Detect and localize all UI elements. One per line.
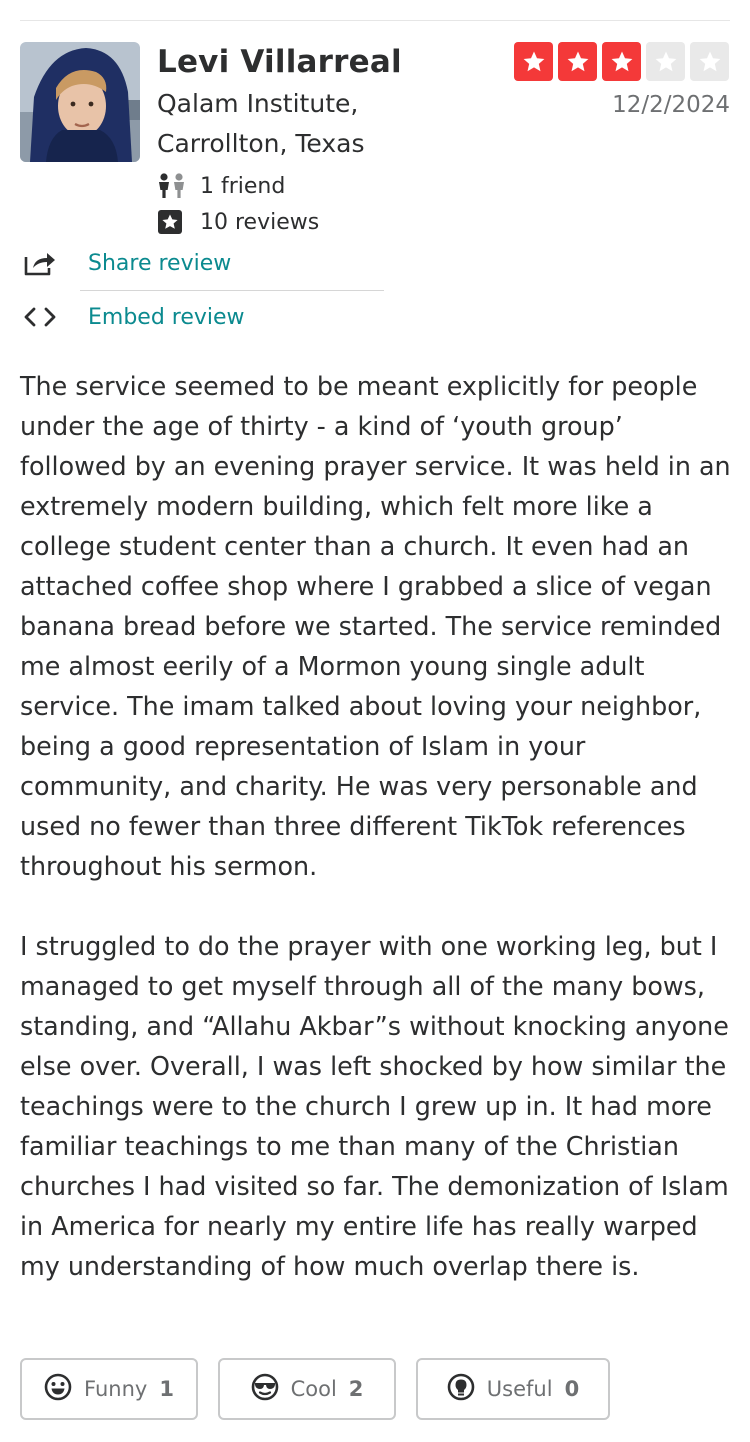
share-review-label: Share review xyxy=(88,250,232,276)
review-paragraph: I struggled to do the prayer with one wo… xyxy=(20,931,729,1281)
rating-star-icon xyxy=(558,42,597,81)
review-text: The service seemed to be meant explicitl… xyxy=(20,366,732,1286)
friends-icon xyxy=(157,173,191,199)
review-date: 12/2/2024 xyxy=(612,92,730,118)
review-paragraph: The service seemed to be meant explicitl… xyxy=(20,371,731,881)
review-star-icon xyxy=(157,209,191,235)
cool-count: 2 xyxy=(348,1377,364,1401)
friends-count: 1 friend xyxy=(200,173,286,199)
embed-review-label: Embed review xyxy=(88,304,245,330)
friends-stat: 1 friend xyxy=(157,171,285,201)
cool-sunglasses-icon xyxy=(251,1373,279,1405)
funny-count: 1 xyxy=(159,1377,174,1401)
funny-button[interactable]: Funny 1 xyxy=(20,1358,198,1420)
useful-count: 0 xyxy=(564,1377,580,1401)
top-divider xyxy=(20,20,730,21)
useful-label: Useful xyxy=(486,1377,553,1401)
user-name[interactable]: Levi Villarreal xyxy=(157,44,402,80)
user-photo xyxy=(20,42,140,162)
reviews-count: 10 reviews xyxy=(200,209,320,235)
useful-button[interactable]: Useful 0 xyxy=(416,1358,610,1420)
share-icon xyxy=(20,249,60,277)
embed-review-link[interactable]: Embed review xyxy=(20,290,385,344)
funny-face-icon xyxy=(44,1373,72,1405)
share-review-link[interactable]: Share review xyxy=(20,236,385,290)
embed-code-icon xyxy=(20,305,60,329)
user-location-line2: Carrollton, Texas xyxy=(157,129,365,158)
rating-star-icon xyxy=(690,42,729,81)
rating-star-icon xyxy=(646,42,685,81)
reviews-stat: 10 reviews xyxy=(157,207,319,237)
cool-button[interactable]: Cool 2 xyxy=(218,1358,396,1420)
rating-star-icon xyxy=(602,42,641,81)
user-location-line1: Qalam Institute, xyxy=(157,89,359,118)
useful-bulb-icon xyxy=(447,1373,475,1405)
star-rating xyxy=(514,42,729,81)
funny-label: Funny xyxy=(84,1377,148,1401)
cool-label: Cool xyxy=(290,1377,337,1401)
avatar[interactable] xyxy=(20,42,140,162)
rating-star-icon xyxy=(514,42,553,81)
